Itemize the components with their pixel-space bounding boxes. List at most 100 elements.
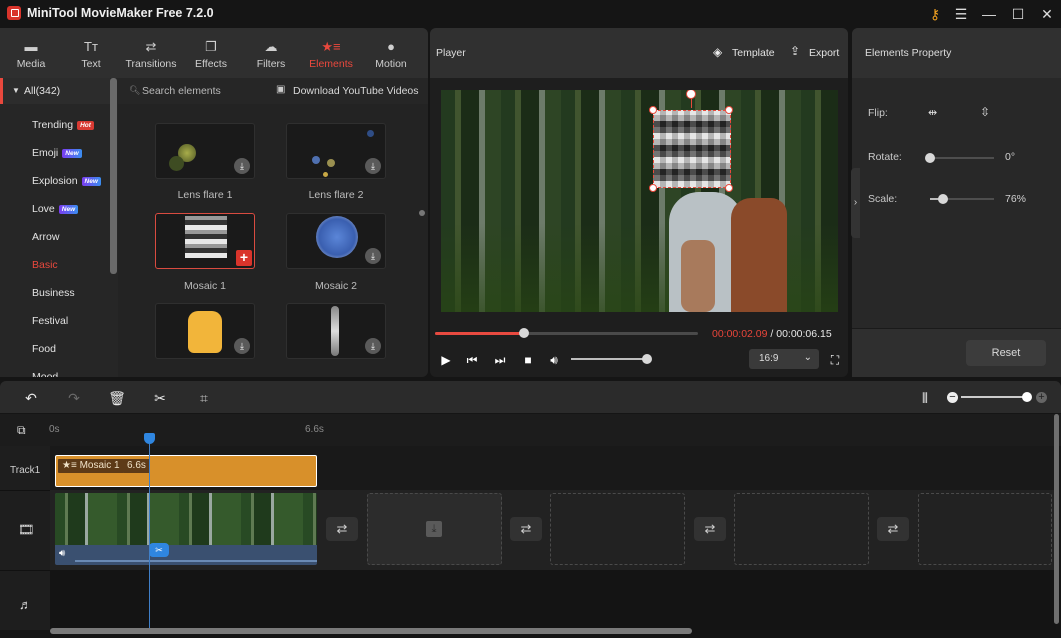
mosaic-clip[interactable]: ★≡ Mosaic 1 6.6s: [55, 455, 317, 487]
undo-icon[interactable]: ↶: [22, 389, 40, 407]
split-scissors-icon[interactable]: ✂: [151, 389, 169, 407]
empty-slot[interactable]: [918, 493, 1052, 565]
element-smoke[interactable]: ⤓: [286, 303, 386, 359]
fit-timeline-icon[interactable]: ⦀: [916, 389, 934, 407]
category-mood[interactable]: Mood: [32, 371, 58, 377]
mosaic-overlay[interactable]: [653, 110, 731, 188]
tab-elements[interactable]: ★≡ Elements: [301, 28, 361, 78]
category-basic[interactable]: Basic: [32, 259, 58, 271]
tab-effects[interactable]: ❐ Effects: [181, 28, 241, 78]
category-all[interactable]: ▼ All(342): [0, 78, 110, 104]
zoom-out-icon[interactable]: −: [947, 392, 958, 403]
category-business[interactable]: Business: [32, 287, 75, 299]
redo-icon[interactable]: ↷: [65, 389, 83, 407]
download-icon[interactable]: ⤓: [365, 158, 381, 174]
reset-button[interactable]: Reset: [966, 340, 1046, 366]
split-scissors-icon[interactable]: ✂: [149, 543, 169, 557]
transitions-icon: ⇄: [145, 39, 157, 54]
tab-text[interactable]: Tт Text: [61, 28, 121, 78]
minimize-icon[interactable]: —: [978, 4, 1000, 24]
vertical-scrollbar[interactable]: [1054, 414, 1059, 624]
rotate-slider[interactable]: [925, 153, 994, 163]
transition-slot-button[interactable]: ⇄: [510, 517, 542, 541]
transition-slot-button[interactable]: ⇄: [326, 517, 358, 541]
element-label: Mosaic 2: [314, 280, 357, 292]
template-button[interactable]: Template: [732, 47, 775, 59]
search-input[interactable]: Search elements: [142, 85, 221, 97]
empty-slot[interactable]: [550, 493, 685, 565]
timeline-ruler[interactable]: ⧉ 0s 6.6s: [0, 414, 1061, 446]
zoom-in-icon[interactable]: +: [1036, 392, 1047, 403]
flip-vertical-icon[interactable]: ⇳: [980, 105, 990, 119]
video-clip[interactable]: 🔊︎ ✂: [55, 493, 317, 565]
category-emoji[interactable]: Emoji New: [32, 147, 82, 159]
download-icon[interactable]: ⤓: [234, 158, 250, 174]
category-food[interactable]: Food: [32, 343, 56, 355]
category-scrollbar[interactable]: [110, 78, 117, 274]
previous-frame-button[interactable]: ⏮: [464, 352, 480, 368]
add-icon[interactable]: +: [236, 250, 252, 266]
volume-slider[interactable]: [571, 354, 652, 364]
category-explosion[interactable]: Explosion New: [32, 175, 101, 187]
playhead-handle[interactable]: [144, 433, 155, 444]
maximize-icon[interactable]: ☐: [1007, 4, 1029, 24]
rotate-knob[interactable]: [925, 153, 935, 163]
media-drop-slot[interactable]: ⤓: [367, 493, 502, 565]
tab-media[interactable]: ▬ Media: [1, 28, 61, 78]
close-icon[interactable]: ✕: [1036, 4, 1058, 24]
category-arrow[interactable]: Arrow: [32, 231, 59, 243]
download-icon[interactable]: ⤓: [365, 338, 381, 354]
download-icon[interactable]: ⤓: [365, 248, 381, 264]
time-display: 00:00:02.09 / 00:00:06.15: [712, 328, 832, 340]
element-backpack[interactable]: ⤓: [155, 303, 255, 359]
volume-icon[interactable]: 🔊︎: [546, 352, 562, 368]
menu-icon[interactable]: ☰: [950, 4, 972, 24]
aspect-ratio-select[interactable]: 16:9 ⌄: [749, 349, 819, 369]
delete-icon[interactable]: 🗑︎: [108, 389, 126, 407]
horizontal-scrollbar[interactable]: [50, 628, 692, 634]
element-lens-flare-1[interactable]: ⤓: [155, 123, 255, 179]
export-button[interactable]: Export: [809, 47, 839, 59]
resize-handle-bottom-right[interactable]: [725, 184, 733, 192]
play-button[interactable]: ▶: [438, 352, 454, 368]
scale-knob[interactable]: [937, 194, 948, 204]
resize-handle-bottom-left[interactable]: [649, 184, 657, 192]
element-mosaic-1[interactable]: +: [155, 213, 255, 269]
video-preview[interactable]: [441, 90, 838, 312]
category-festival[interactable]: Festival: [32, 315, 68, 327]
category-love[interactable]: Love New: [32, 203, 79, 215]
scale-slider[interactable]: [930, 194, 994, 204]
crop-icon[interactable]: ⌗: [195, 389, 213, 407]
download-icon[interactable]: ⤓: [234, 338, 250, 354]
flip-label: Flip:: [868, 107, 888, 119]
seek-knob[interactable]: [519, 328, 530, 338]
fullscreen-icon[interactable]: ⛶: [827, 352, 843, 368]
next-frame-button[interactable]: ⏭: [492, 352, 508, 368]
zoom-knob[interactable]: [1022, 392, 1032, 402]
panel-toggle-chevron-icon[interactable]: ›: [851, 168, 860, 238]
add-track-icon[interactable]: ⧉: [17, 423, 26, 438]
grid-scrollbar[interactable]: [419, 210, 425, 216]
rotate-handle[interactable]: [686, 90, 696, 99]
clip-volume-icon[interactable]: 🔊︎: [59, 548, 65, 559]
empty-slot[interactable]: [734, 493, 869, 565]
category-trending[interactable]: Trending Hot: [32, 119, 94, 131]
transition-slot-button[interactable]: ⇄: [694, 517, 726, 541]
element-lens-flare-2[interactable]: ⤓: [286, 123, 386, 179]
tab-filters[interactable]: ☁ Filters: [241, 28, 301, 78]
timeline-zoom-slider[interactable]: [961, 392, 1032, 402]
flip-horizontal-icon[interactable]: ⇹: [928, 106, 937, 119]
tab-motion[interactable]: ● Motion: [361, 28, 421, 78]
volume-knob[interactable]: [642, 354, 652, 364]
clip-duration: 6.6s: [123, 459, 150, 473]
stop-button[interactable]: ■: [520, 352, 536, 368]
tab-transitions[interactable]: ⇄ Transitions: [121, 28, 181, 78]
resize-handle-top-right[interactable]: [725, 106, 733, 114]
download-youtube-link[interactable]: Download YouTube Videos: [293, 85, 419, 97]
library-panel: ▬ Media Tт Text ⇄ Transitions ❐ Effects ☁ Fil…: [0, 28, 428, 377]
element-mosaic-2[interactable]: ⤓: [286, 213, 386, 269]
seek-bar[interactable]: [435, 328, 698, 338]
resize-handle-top-left[interactable]: [649, 106, 657, 114]
key-icon[interactable]: ⚷: [924, 4, 946, 24]
transition-slot-button[interactable]: ⇄: [877, 517, 909, 541]
